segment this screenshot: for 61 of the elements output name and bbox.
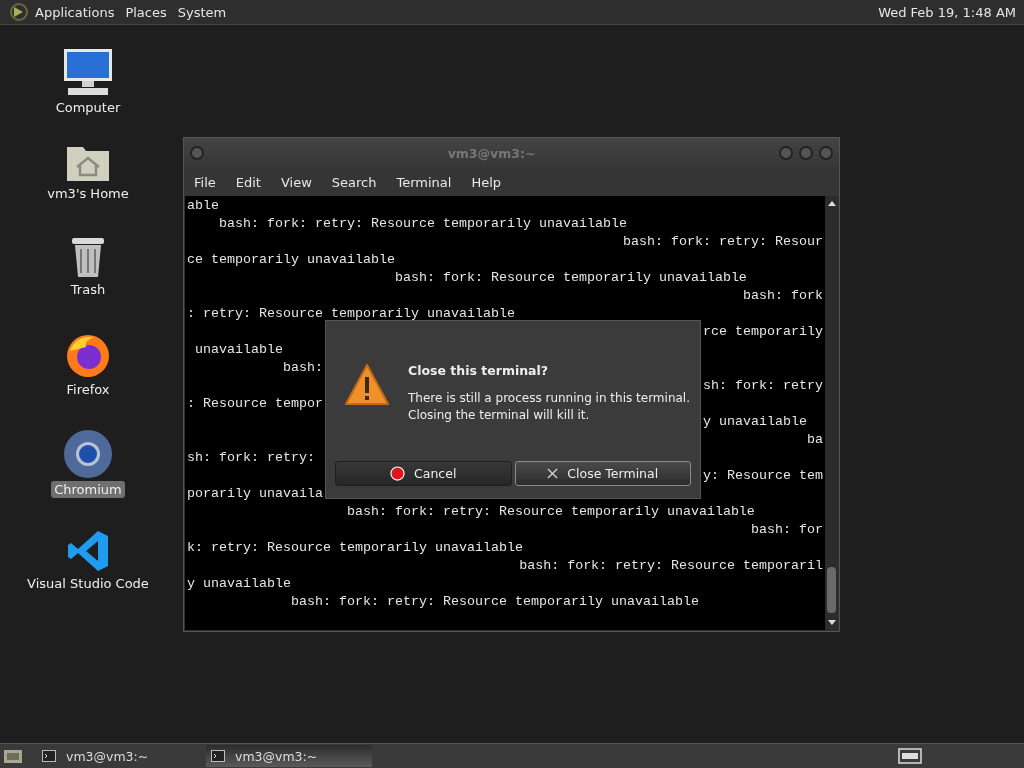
terminal-line: sh: fork: retry: <box>187 449 315 467</box>
terminal-line: bash: fork: retry: Resource temporaril <box>519 557 824 575</box>
warning-icon <box>344 363 390 407</box>
scroll-down-icon[interactable] <box>826 619 837 627</box>
terminal-line: : Resource tempor <box>187 395 323 413</box>
desktop-icon-label[interactable]: Chromium <box>51 481 125 498</box>
menu-item[interactable]: Edit <box>235 174 271 190</box>
terminal-line: bash: fork: retry: Resource temporarily unavailable <box>218 215 627 233</box>
panel-menu[interactable]: System <box>177 4 227 20</box>
panel-menu[interactable]: Places <box>125 4 167 20</box>
taskbar-button[interactable]: vm3@vm3:~ <box>206 745 372 767</box>
scrollbar[interactable] <box>825 196 838 630</box>
menu-item[interactable]: View <box>280 174 322 190</box>
terminal-line: : retry: Resource temporarily unavailable <box>187 305 515 323</box>
terminal-line: able <box>187 197 219 215</box>
clock[interactable]: Wed Feb 19, 1:48 AM <box>878 4 1016 20</box>
terminal-line: ba <box>807 431 824 449</box>
menu-item[interactable]: Terminal <box>396 174 462 190</box>
computer-icon[interactable] <box>62 47 114 97</box>
menu-item[interactable]: Help <box>471 174 512 190</box>
show-desktop-icon[interactable] <box>3 748 23 764</box>
terminal-line: y: Resource tem <box>703 467 824 485</box>
terminal-line: bash: fork <box>743 287 824 305</box>
desktop-icon-label[interactable]: Firefox <box>63 381 113 398</box>
logo-icon[interactable] <box>9 2 29 22</box>
taskbar-button[interactable]: vm3@vm3:~ <box>37 745 203 767</box>
scrollbar-thumb[interactable] <box>827 567 837 613</box>
terminal-line: bash: <box>281 359 323 377</box>
terminal-line: bash: fork: retry: Resource temporarily unavailable <box>289 593 699 611</box>
terminal-line: porarily unavaila <box>187 485 323 503</box>
menu-item[interactable]: File <box>194 174 226 190</box>
panel-menu[interactable]: Applications <box>35 4 115 20</box>
terminal-line: y unavailable <box>187 575 291 593</box>
terminal-line: k: retry: Resource temporarily unavailable <box>187 539 523 557</box>
terminal-line: y unavailable <box>703 413 809 431</box>
menu-item[interactable]: Search <box>331 174 387 190</box>
terminal-line: bash: fork: retry: Resour <box>623 233 824 251</box>
dialog-title: Close this terminal? <box>408 363 550 378</box>
terminal-icon <box>42 750 56 762</box>
terminal-icon <box>211 750 225 762</box>
terminal-line: bash: fork: Resource temporarily unavailable <box>393 269 747 287</box>
terminal-line: bash: for <box>751 521 824 539</box>
desktop-icon-label[interactable]: vm3's Home <box>44 185 132 202</box>
terminal-line: rce temporarily <box>703 323 824 341</box>
desktop-icon-label[interactable]: Trash <box>67 281 109 298</box>
window-title: vm3@vm3:~ <box>446 145 537 161</box>
workspace-switcher-icon[interactable] <box>898 748 922 764</box>
stop-icon <box>390 466 406 481</box>
terminal-line: bash: fork: retry: Resource temporarily unavailable <box>345 503 755 521</box>
scroll-up-icon[interactable] <box>826 199 837 207</box>
terminal-line: sh: fork: retry <box>703 377 824 395</box>
browser-icon[interactable] <box>63 429 113 479</box>
cancel-button[interactable]: Cancel <box>335 461 512 486</box>
desktop-icon-label[interactable]: Computer <box>52 99 124 116</box>
desktop-icon-label[interactable]: Visual Studio Code <box>24 575 152 592</box>
close-terminal-button[interactable]: Close Terminal <box>514 461 691 486</box>
terminal-line: unavailable <box>194 341 283 359</box>
code-editor-icon[interactable] <box>66 529 110 573</box>
terminal-line: ce temporarily unavailable <box>187 251 395 269</box>
dialog-message: There is still a process running in this terminal. Closing the terminal will kill it. <box>408 390 690 424</box>
close-icon <box>547 468 559 479</box>
